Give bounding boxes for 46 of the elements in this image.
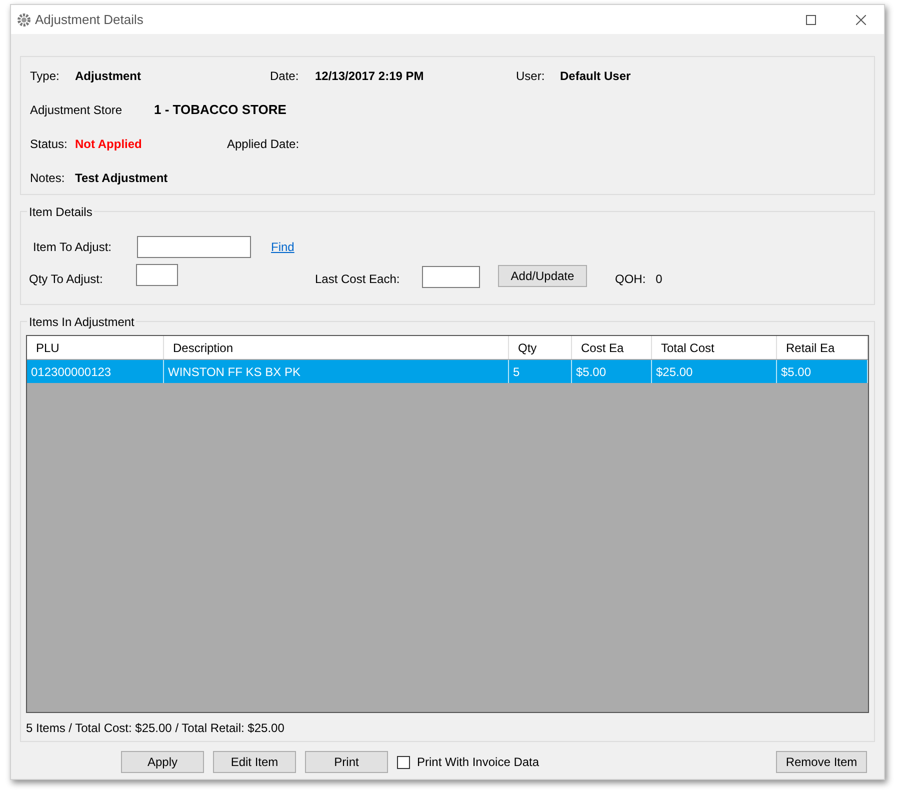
button[interactable]: Add/Update: [498, 265, 587, 287]
label: Applied Date:: [227, 136, 300, 153]
table-cell: 012300000123: [27, 360, 164, 383]
label: User:: [516, 68, 546, 85]
label: Type:: [30, 68, 60, 85]
value: Adjustment: [75, 68, 142, 85]
maximize-icon[interactable]: [806, 14, 816, 24]
button[interactable]: Print: [305, 751, 388, 773]
column-header[interactable]: Description: [164, 336, 509, 359]
label: Last Cost Each:: [315, 271, 401, 288]
window-title: Adjustment Details: [35, 10, 144, 29]
column-header[interactable]: Cost Ea: [572, 336, 652, 359]
button[interactable]: Apply: [121, 751, 204, 773]
find-link[interactable]: Find: [271, 238, 294, 256]
label: Item To Adjust:: [33, 239, 112, 256]
button[interactable]: Edit Item: [213, 751, 296, 773]
status-value: Not Applied: [75, 136, 143, 153]
table-cell: 5: [509, 360, 572, 383]
label: Date:: [270, 68, 300, 85]
value: Default User: [560, 68, 631, 85]
item-field[interactable]: [137, 236, 251, 258]
column-header[interactable]: PLU: [27, 336, 164, 359]
column-header[interactable]: Qty: [509, 336, 572, 359]
value: 0: [656, 271, 662, 288]
button[interactable]: Remove Item: [776, 751, 867, 773]
table-cell: WINSTON FF KS BX PK: [164, 360, 509, 383]
gear-icon: [17, 12, 31, 26]
cost-field[interactable]: [422, 266, 480, 288]
value: 1 - TOBACCO STORE: [154, 101, 286, 120]
column-header[interactable]: Total Cost: [652, 336, 777, 359]
close-icon[interactable]: [856, 14, 866, 24]
label: Notes:: [30, 170, 66, 187]
value: 12/13/2017 2:19 PM: [315, 68, 425, 85]
checkbox-label: Print With Invoice Data: [417, 754, 540, 771]
label: QOH:: [615, 271, 646, 288]
label: Qty To Adjust:: [29, 271, 104, 288]
qty-field[interactable]: [136, 264, 178, 286]
label: Status:: [30, 136, 68, 153]
table-cell: $25.00: [652, 360, 777, 383]
label: Adjustment Store: [30, 102, 124, 119]
checkbox[interactable]: [397, 756, 410, 768]
summary-text: 5 Items / Total Cost: $25.00 / Total Retail: $25.00: [26, 720, 286, 737]
column-header[interactable]: Retail Ea: [777, 336, 868, 359]
table-cell: $5.00: [777, 360, 868, 383]
table-cell: $5.00: [572, 360, 652, 383]
value: Test Adjustment: [75, 170, 168, 187]
